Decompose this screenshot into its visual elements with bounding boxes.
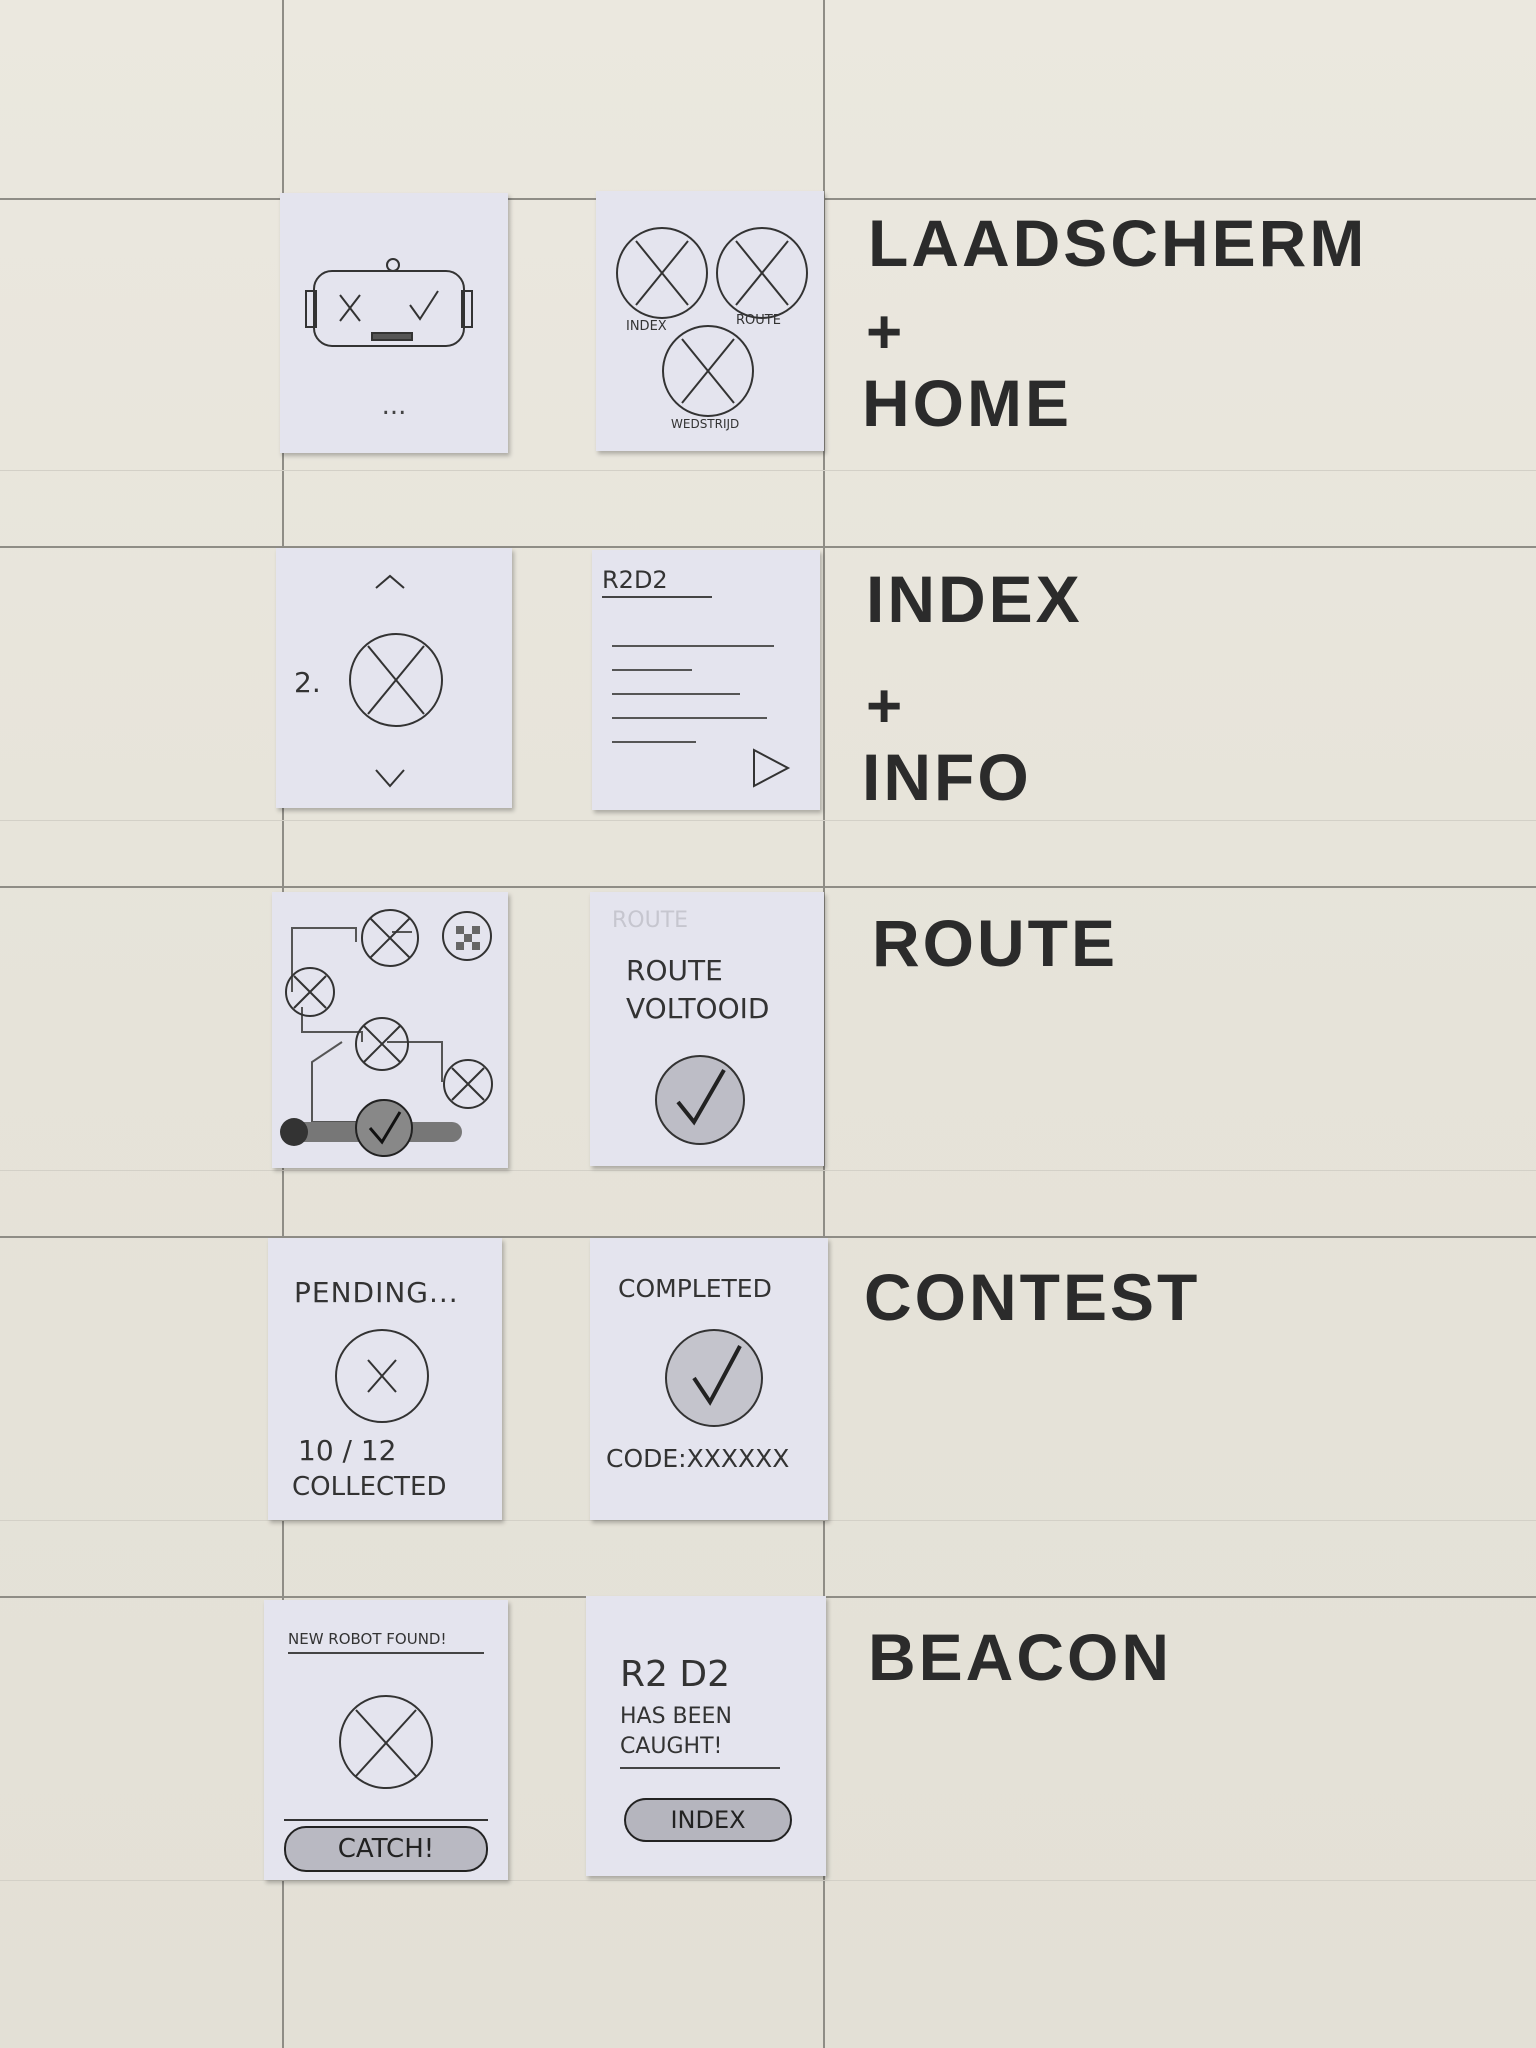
beacon-caught-line2: CAUGHT! bbox=[620, 1734, 780, 1769]
section-label-beacon: BEACON bbox=[868, 1620, 1173, 1694]
faint-guide-line bbox=[0, 470, 1536, 471]
contest-collected-count: 10 / 12 bbox=[298, 1434, 397, 1467]
wireframe-board: ... INDEX ROUTE WEDSTRIJD LAADSCHERM + H… bbox=[0, 0, 1536, 2048]
catch-button[interactable]: CATCH! bbox=[284, 1826, 488, 1872]
section-label-route: ROUTE bbox=[872, 906, 1118, 980]
section-label-contest: CONTEST bbox=[864, 1260, 1201, 1334]
beacon-caught-line1: HAS BEEN bbox=[620, 1704, 732, 1729]
contest-completed-card: COMPLETED CODE:XXXXXX bbox=[590, 1238, 828, 1520]
faint-guide-line bbox=[0, 1520, 1536, 1521]
loading-screen-card: ... bbox=[280, 193, 508, 453]
check-circle-icon bbox=[665, 1329, 763, 1427]
faint-guide-line bbox=[0, 1880, 1536, 1881]
beacon-caught-card: R2 D2 HAS BEEN CAUGHT! INDEX bbox=[586, 1596, 826, 1876]
index-button[interactable]: INDEX bbox=[624, 1798, 792, 1842]
info-screen-card: R2D2 bbox=[592, 550, 820, 810]
index-number: 2. bbox=[294, 666, 321, 699]
home-label-index[interactable]: INDEX bbox=[626, 319, 667, 334]
grid-horizontal-line bbox=[0, 886, 1536, 888]
grid-horizontal-line bbox=[0, 546, 1536, 548]
route-completed-card: ROUTE ROUTE VOLTOOID bbox=[590, 892, 824, 1166]
home-screen-card: INDEX ROUTE WEDSTRIJD bbox=[596, 191, 824, 451]
check-circle-icon bbox=[655, 1055, 745, 1145]
chevron-down-icon bbox=[375, 769, 405, 788]
contest-code: CODE:XXXXXX bbox=[606, 1444, 790, 1473]
contest-pending-card: PENDING... 10 / 12 COLLECTED bbox=[268, 1238, 502, 1520]
beacon-found-card: NEW ROBOT FOUND! CATCH! bbox=[264, 1600, 508, 1880]
chevron-up-icon bbox=[375, 574, 405, 589]
play-icon bbox=[753, 748, 791, 788]
faint-guide-line bbox=[0, 820, 1536, 821]
route-map-icon bbox=[280, 909, 493, 1157]
faint-guide-line bbox=[0, 1170, 1536, 1171]
loading-dots: ... bbox=[381, 391, 407, 421]
beacon-caught-name: R2 D2 bbox=[620, 1654, 730, 1695]
contest-collected-label: COLLECTED bbox=[292, 1472, 447, 1502]
home-label-route[interactable]: ROUTE bbox=[736, 313, 781, 328]
index-screen-card: 2. bbox=[276, 548, 512, 808]
home-label-wedstrijd[interactable]: WEDSTRIJD bbox=[671, 417, 739, 431]
route-map-card bbox=[272, 892, 508, 1168]
